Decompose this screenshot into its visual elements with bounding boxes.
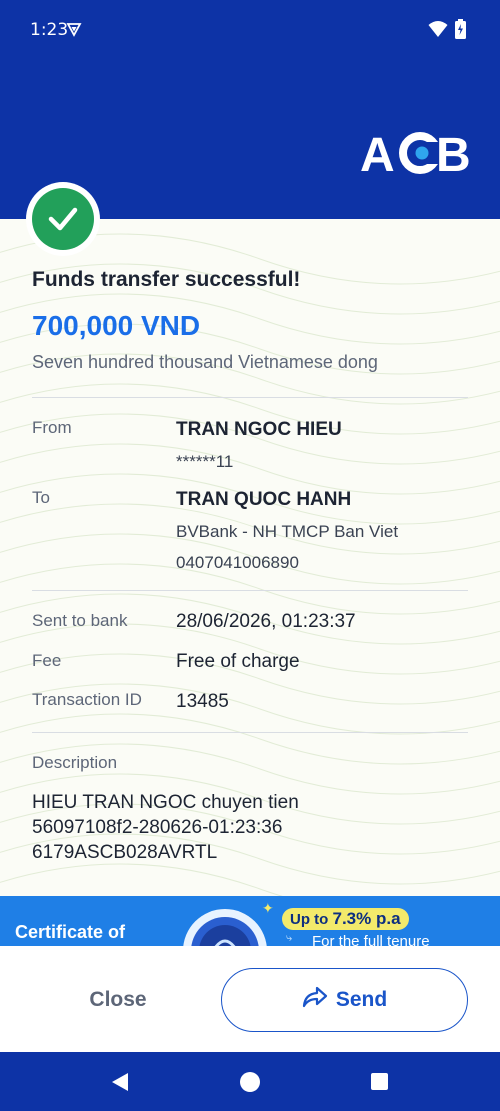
- from-account: ******11: [176, 452, 234, 471]
- status-bar: 1:23: [0, 0, 500, 60]
- sent-to-bank-value: 28/06/2026, 01:23:37: [176, 611, 356, 632]
- back-icon[interactable]: [110, 1072, 130, 1097]
- banner-subtitle: For the full tenure: [312, 933, 430, 946]
- fee-value: Free of charge: [176, 651, 300, 672]
- coin-icon: [180, 906, 270, 946]
- amount-in-words: Seven hundred thousand Vietnamese dong: [32, 352, 378, 372]
- promo-banner[interactable]: Certificate of ✦ Up to 7.3% p.a ⤷ For th…: [0, 896, 500, 946]
- divider: [32, 732, 468, 733]
- description-text: HIEU TRAN NGOC chuyen tien 56097108f2-28…: [32, 790, 299, 865]
- success-badge: [26, 182, 100, 256]
- sparkle-icon: ✦: [262, 900, 274, 916]
- wifi-icon: [428, 20, 448, 43]
- system-nav-bar: [0, 1052, 500, 1111]
- battery-icon: [455, 19, 466, 44]
- from-label: From: [32, 418, 72, 437]
- sent-to-bank-label: Sent to bank: [32, 611, 128, 630]
- divider: [32, 397, 468, 398]
- banner-title: Certificate of: [15, 922, 126, 942]
- to-account: 0407041006890: [176, 553, 299, 572]
- to-label: To: [32, 488, 50, 507]
- send-label: Send: [335, 988, 388, 1011]
- close-button[interactable]: Close: [40, 968, 196, 1032]
- description-line: 56097108f2-280626-01:23:36: [32, 817, 283, 838]
- description-line: 6179ASCB028AVRTL: [32, 842, 218, 863]
- svg-text:A: A: [360, 129, 394, 178]
- to-name: TRAN QUOC HANH: [176, 489, 352, 510]
- rate-prefix: Up to: [290, 911, 333, 928]
- transaction-id-label: Transaction ID: [32, 690, 142, 709]
- transfer-amount: 700,000 VND: [32, 310, 201, 341]
- to-bank: BVBank - NH TMCP Ban Viet: [176, 522, 399, 541]
- action-bar: Close Send: [0, 946, 500, 1052]
- share-icon: [302, 986, 328, 1014]
- fee-label: Fee: [32, 651, 62, 670]
- acb-logo: A B: [360, 128, 471, 182]
- status-time: 1:23: [30, 20, 69, 40]
- home-icon[interactable]: [240, 1072, 260, 1092]
- vpn-icon: [66, 21, 82, 42]
- rate-value: 7.3% p.a: [332, 909, 401, 928]
- send-button[interactable]: Send: [221, 968, 468, 1032]
- divider: [32, 590, 468, 591]
- svg-text:B: B: [436, 129, 470, 178]
- arrow-icon: ⤷: [286, 932, 293, 944]
- receipt-title: Funds transfer successful!: [32, 268, 301, 291]
- recents-icon[interactable]: [371, 1073, 388, 1090]
- transaction-id-value: 13485: [176, 691, 229, 712]
- check-icon: [32, 188, 94, 250]
- rate-badge: Up to 7.3% p.a: [282, 908, 409, 930]
- description-line: HIEU TRAN NGOC chuyen tien: [32, 792, 299, 813]
- description-label: Description: [32, 753, 118, 772]
- from-name: TRAN NGOC HIEU: [176, 419, 342, 440]
